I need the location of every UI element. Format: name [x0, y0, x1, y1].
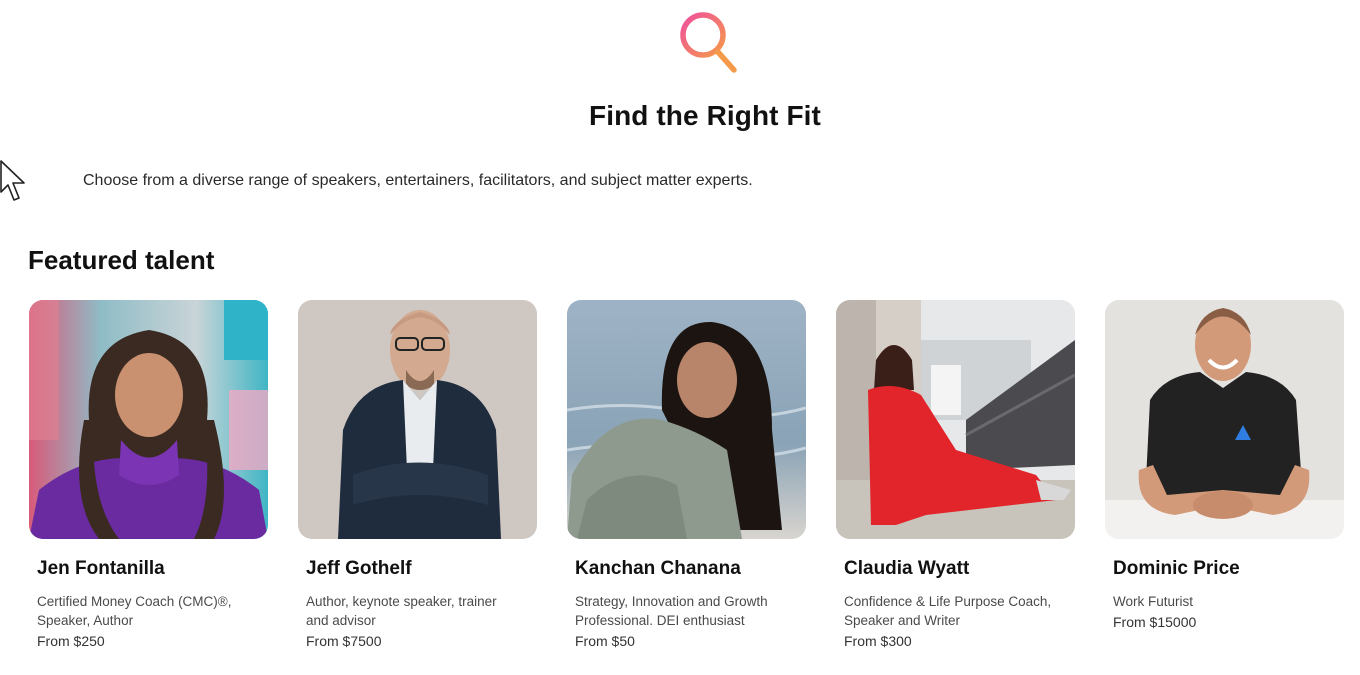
page: Find the Right Fit Choose from a diverse…: [0, 0, 1360, 675]
talent-description: Confidence & Life Purpose Coach, Speaker…: [844, 594, 1052, 628]
talent-photo[interactable]: [298, 300, 537, 539]
talent-description: Certified Money Coach (CMC)®, Speaker, A…: [37, 594, 232, 628]
talent-photo[interactable]: [1105, 300, 1344, 539]
talent-name[interactable]: Claudia Wyatt: [844, 558, 1075, 580]
talent-name[interactable]: Kanchan Chanana: [575, 558, 806, 580]
talent-description: Strategy, Innovation and Growth Professi…: [575, 594, 768, 628]
talent-name[interactable]: Jeff Gothelf: [306, 558, 537, 580]
talent-photo[interactable]: [836, 300, 1075, 539]
talent-price: From $250: [37, 633, 105, 649]
talent-price: From $7500: [306, 633, 382, 649]
talent-price: From $300: [844, 633, 912, 649]
talent-card-dominic-price[interactable]: Dominic Price Work Futurist From $15000: [1105, 300, 1344, 649]
talent-name[interactable]: Dominic Price: [1113, 558, 1344, 580]
talent-price: From $15000: [1113, 614, 1197, 630]
page-title: Find the Right Fit: [589, 100, 821, 131]
talent-price: From $50: [575, 633, 635, 649]
talent-card-kanchan-chanana[interactable]: Kanchan Chanana Strategy, Innovation and…: [567, 300, 806, 649]
search-icon: [680, 12, 737, 73]
talent-description: Author, keynote speaker, trainer and adv…: [306, 594, 497, 628]
page-description: Choose from a diverse range of speakers,…: [83, 172, 753, 189]
mouse-cursor-icon: [0, 160, 25, 201]
talent-card-claudia-wyatt[interactable]: Claudia Wyatt Confidence & Life Purpose …: [836, 300, 1075, 649]
section-title-featured-talent: Featured talent: [28, 245, 215, 275]
talent-card-jeff-gothelf[interactable]: Jeff Gothelf Author, keynote speaker, tr…: [298, 300, 537, 649]
talent-description: Work Futurist: [1113, 594, 1194, 609]
talent-photo[interactable]: [567, 300, 806, 539]
talent-name[interactable]: Jen Fontanilla: [37, 558, 268, 580]
talent-card-jen-fontanilla[interactable]: Jen Fontanilla Certified Money Coach (CM…: [29, 300, 268, 649]
talent-card-list: Jen Fontanilla Certified Money Coach (CM…: [29, 300, 1344, 649]
talent-photo[interactable]: [29, 300, 268, 539]
